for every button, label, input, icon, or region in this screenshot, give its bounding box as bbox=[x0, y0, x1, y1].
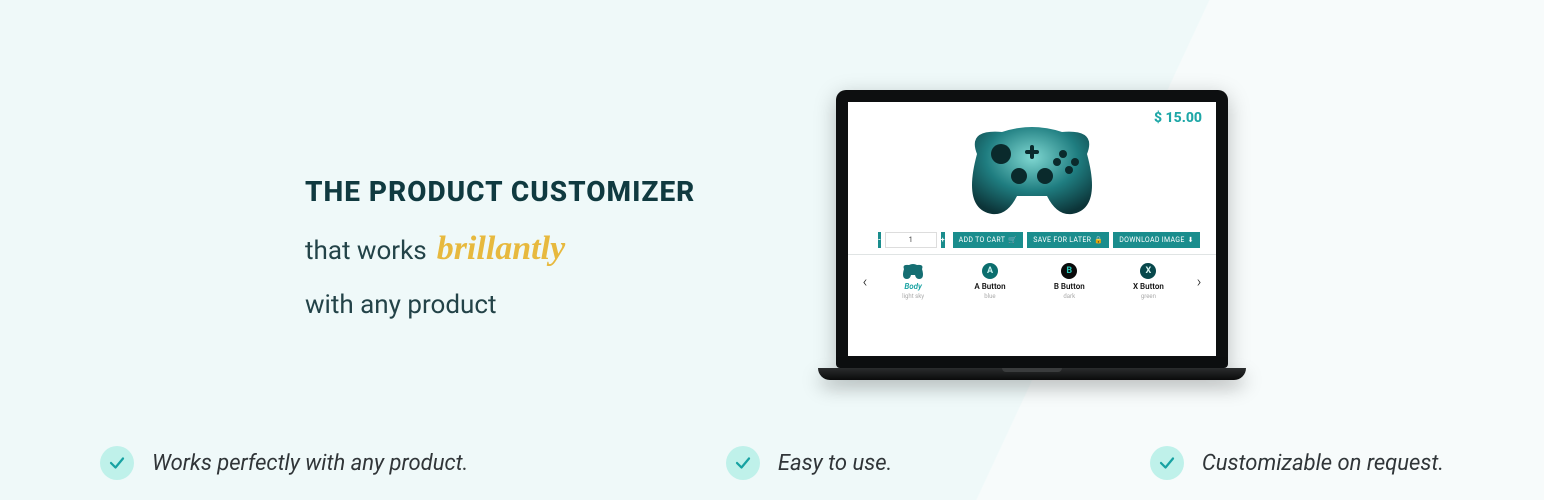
feature-text: Easy to use. bbox=[778, 451, 892, 476]
cart-icon: 🛒 bbox=[1008, 236, 1017, 244]
check-icon bbox=[100, 446, 134, 480]
check-icon bbox=[1150, 446, 1184, 480]
feature-item: Works perfectly with any product. bbox=[100, 446, 468, 480]
option-carousel: ‹ Body light sky A A Button blue bbox=[848, 262, 1216, 300]
qty-input[interactable]: 1 bbox=[885, 232, 937, 248]
option-body[interactable]: Body light sky bbox=[900, 262, 926, 300]
laptop-bezel: $ 15.00 bbox=[836, 90, 1228, 368]
option-sub: green bbox=[1141, 293, 1156, 300]
qty-plus-button[interactable]: + bbox=[941, 232, 945, 248]
option-sub: light sky bbox=[902, 293, 924, 300]
option-title: X Button bbox=[1133, 282, 1164, 291]
check-icon bbox=[726, 446, 760, 480]
feature-text: Works perfectly with any product. bbox=[152, 451, 468, 476]
laptop-base bbox=[818, 368, 1246, 380]
option-a-button[interactable]: A A Button blue bbox=[974, 262, 1005, 300]
product-image-controller bbox=[947, 114, 1117, 224]
save-for-later-button[interactable]: SAVE FOR LATER 🔒 bbox=[1027, 232, 1109, 248]
option-title: A Button bbox=[974, 282, 1005, 291]
add-to-cart-button[interactable]: ADD TO CART 🛒 bbox=[953, 232, 1024, 248]
download-image-label: DOWNLOAD IMAGE bbox=[1119, 236, 1184, 244]
option-title: Body bbox=[904, 282, 922, 291]
option-list: Body light sky A A Button blue B B Butto… bbox=[876, 262, 1188, 300]
feature-item: Customizable on request. bbox=[1150, 446, 1444, 480]
headline-line3: with any product bbox=[305, 290, 695, 320]
option-sub: blue bbox=[984, 293, 995, 300]
option-x-button[interactable]: X X Button green bbox=[1133, 262, 1164, 300]
headline-line2: that works brillantly bbox=[305, 230, 695, 268]
option-title: B Button bbox=[1054, 282, 1085, 291]
headline-accent-word: brillantly bbox=[437, 230, 565, 268]
screen-divider bbox=[848, 254, 1216, 255]
feature-text: Customizable on request. bbox=[1202, 451, 1444, 476]
chevron-right-icon[interactable]: › bbox=[1188, 272, 1210, 291]
download-image-button[interactable]: DOWNLOAD IMAGE ⬇ bbox=[1113, 232, 1200, 248]
laptop-mockup: $ 15.00 bbox=[836, 90, 1228, 380]
product-price: $ 15.00 bbox=[1154, 110, 1202, 126]
laptop-screen: $ 15.00 bbox=[848, 102, 1216, 356]
headline-block: THE PRODUCT CUSTOMIZER that works brilla… bbox=[305, 175, 695, 320]
headline-title: THE PRODUCT CUSTOMIZER bbox=[305, 175, 695, 208]
lock-icon: 🔒 bbox=[1094, 236, 1103, 244]
option-b-button[interactable]: B B Button dark bbox=[1054, 262, 1085, 300]
action-row: - 1 + ADD TO CART 🛒 SAVE FOR LATER 🔒 DOW… bbox=[848, 232, 1216, 248]
x-button-icon: X bbox=[1135, 262, 1161, 280]
chevron-left-icon[interactable]: ‹ bbox=[854, 272, 876, 291]
option-sub: dark bbox=[1063, 293, 1075, 300]
headline-line2-prefix: that works bbox=[305, 236, 427, 266]
feature-row: Works perfectly with any product. Easy t… bbox=[0, 446, 1544, 480]
download-icon: ⬇ bbox=[1188, 236, 1194, 244]
add-to-cart-label: ADD TO CART bbox=[959, 236, 1006, 244]
controller-icon bbox=[900, 262, 926, 280]
a-button-icon: A bbox=[977, 262, 1003, 280]
qty-minus-button[interactable]: - bbox=[878, 232, 881, 248]
save-for-later-label: SAVE FOR LATER bbox=[1033, 236, 1091, 244]
b-button-icon: B bbox=[1056, 262, 1082, 280]
feature-item: Easy to use. bbox=[726, 446, 892, 480]
